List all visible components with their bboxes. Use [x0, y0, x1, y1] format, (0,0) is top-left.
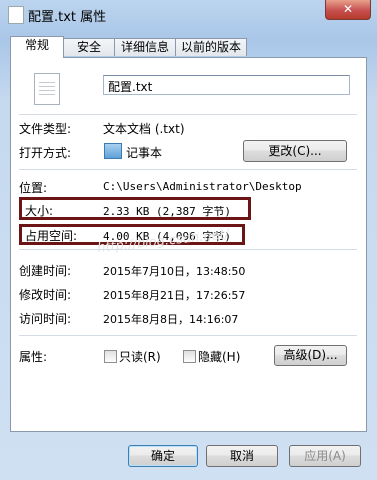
opens-with-value: 记事本: [126, 146, 163, 160]
text-file-icon: [34, 73, 60, 105]
size-label: 大小:: [25, 204, 54, 218]
modified-label: 修改时间:: [19, 288, 72, 302]
accessed-value: 2015年8月8日，14:16:07: [103, 313, 239, 326]
readonly-checkbox[interactable]: [104, 350, 117, 363]
created-value: 2015年7月10日，13:48:50: [103, 265, 246, 278]
window-title: 配置.txt 属性: [28, 10, 107, 25]
advanced-button[interactable]: 高级(D)...: [274, 345, 347, 366]
tab-general[interactable]: 常规: [10, 36, 64, 58]
hidden-label[interactable]: 隐藏(H): [198, 348, 240, 365]
apply-button[interactable]: 应用(A): [289, 445, 361, 467]
file-name-value: 配置.txt: [108, 80, 153, 94]
tab-details[interactable]: 详细信息: [114, 38, 176, 56]
tab-security[interactable]: 安全: [63, 38, 115, 56]
file-icon: [8, 6, 24, 24]
file-type-value: 文本文档 (.txt): [103, 122, 185, 136]
cancel-button[interactable]: 取消: [206, 445, 278, 467]
modified-value: 2015年8月21日，17:26:57: [103, 289, 246, 302]
location-value: C:\Users\Administrator\Desktop: [103, 180, 302, 193]
change-button[interactable]: 更改(C)...: [243, 140, 347, 162]
notepad-icon: [104, 143, 122, 159]
accessed-label: 访问时间:: [19, 312, 72, 326]
location-label: 位置:: [19, 181, 48, 195]
size-on-disk-label: 占用空间:: [25, 229, 78, 243]
file-type-label: 文件类型:: [19, 122, 72, 136]
divider: [19, 335, 357, 336]
opens-with-label: 打开方式:: [19, 146, 72, 160]
tab-previous-versions[interactable]: 以前的版本: [175, 38, 247, 56]
ok-button[interactable]: 确定: [128, 445, 198, 467]
file-name-field[interactable]: 配置.txt: [103, 75, 350, 95]
properties-window: 配置.txt 属性 ✕ 常规 安全 详细信息 以前的版本 配置.txt 文件类型…: [0, 0, 377, 480]
divider: [19, 249, 357, 250]
divider: [19, 169, 357, 170]
general-panel: 配置.txt 文件类型: 文本文档 (.txt) 打开方式: 记事本 更改(C)…: [10, 57, 367, 432]
readonly-label[interactable]: 只读(R): [119, 348, 161, 365]
close-button[interactable]: ✕: [325, 0, 371, 20]
size-value: 2.33 KB (2,387 字节): [103, 205, 231, 218]
attributes-label: 属性:: [19, 350, 48, 364]
hidden-checkbox[interactable]: [183, 350, 196, 363]
created-label: 创建时间:: [19, 264, 72, 278]
divider: [19, 114, 357, 115]
